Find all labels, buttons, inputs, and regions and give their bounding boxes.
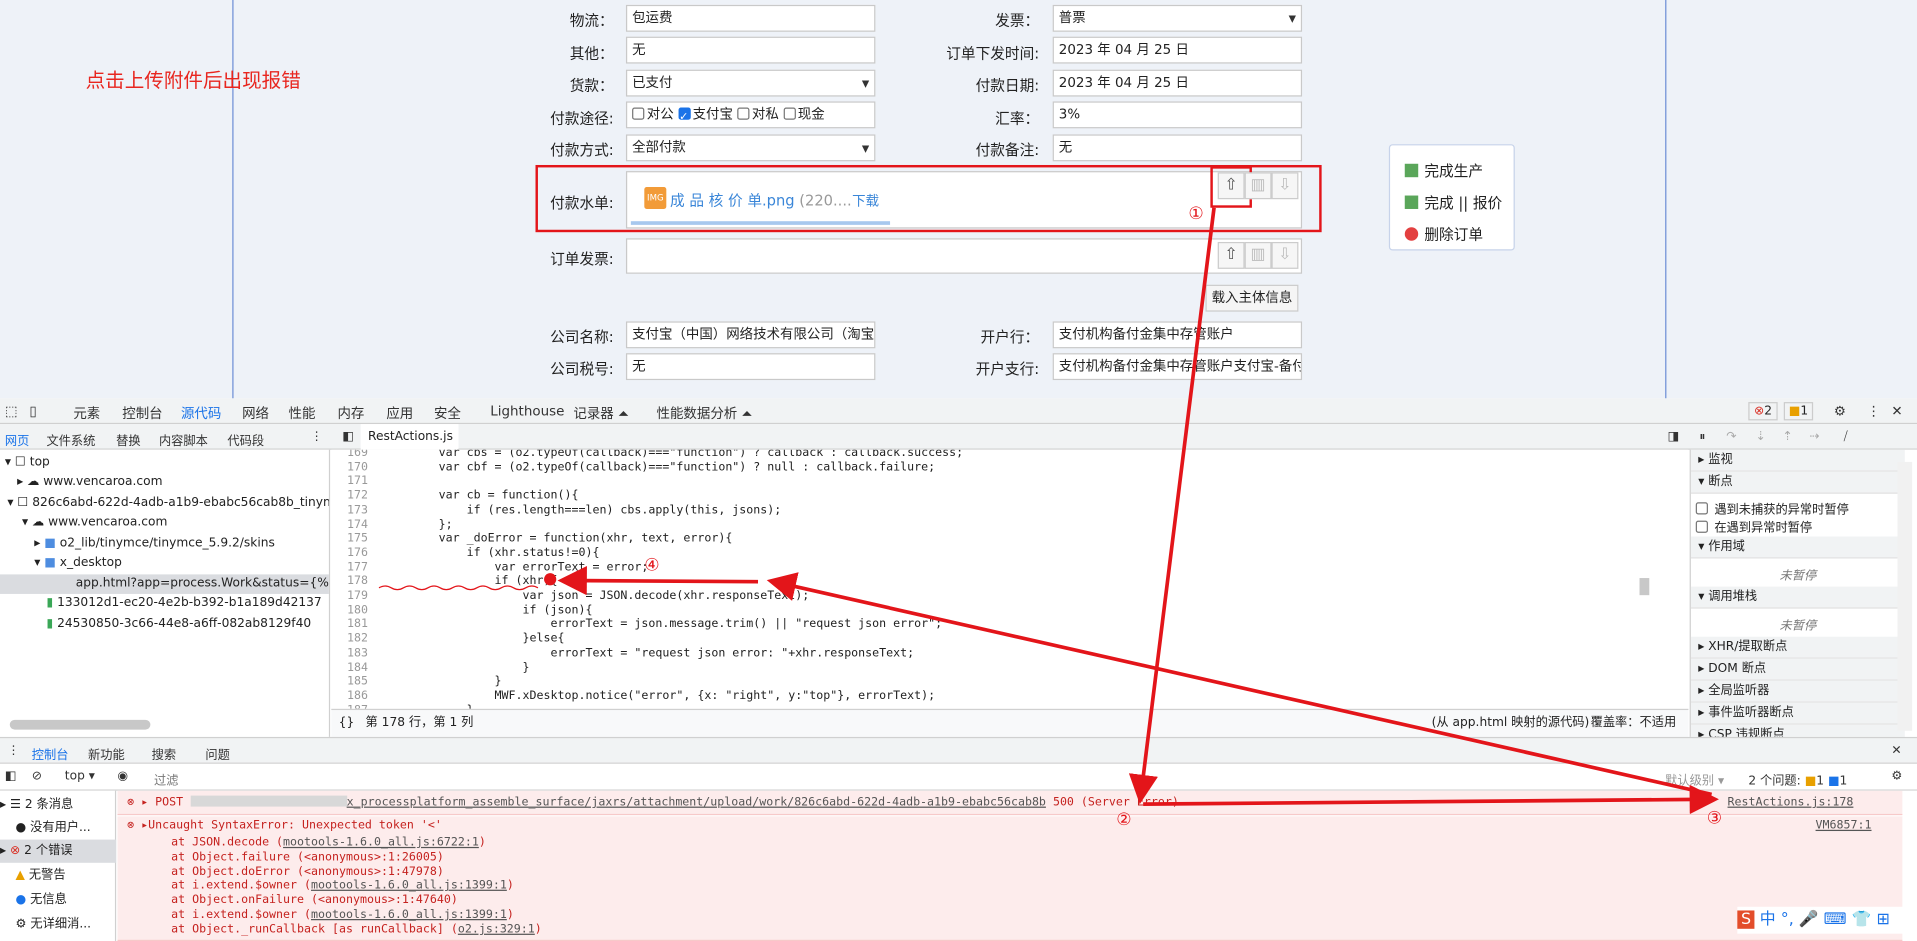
error-squiggle xyxy=(378,585,539,591)
arrow-3 xyxy=(766,572,1713,797)
arrow-4 xyxy=(557,565,759,596)
step-marker-2: ② xyxy=(1116,810,1132,830)
step-marker-4: ④ xyxy=(644,556,660,576)
step-marker-1: ① xyxy=(1188,204,1204,224)
step-marker-3: ③ xyxy=(1706,809,1723,829)
arrow-1 xyxy=(1128,207,1216,805)
annotation-arrows xyxy=(378,207,1719,815)
error-marker-icon xyxy=(544,573,557,586)
ime-toolbar[interactable]: S 中 °, 🎤 ⌨ 👕 ⊞ xyxy=(1737,906,1917,934)
sogou-icon: S xyxy=(1737,910,1755,929)
arrow-2 xyxy=(1143,784,1719,815)
